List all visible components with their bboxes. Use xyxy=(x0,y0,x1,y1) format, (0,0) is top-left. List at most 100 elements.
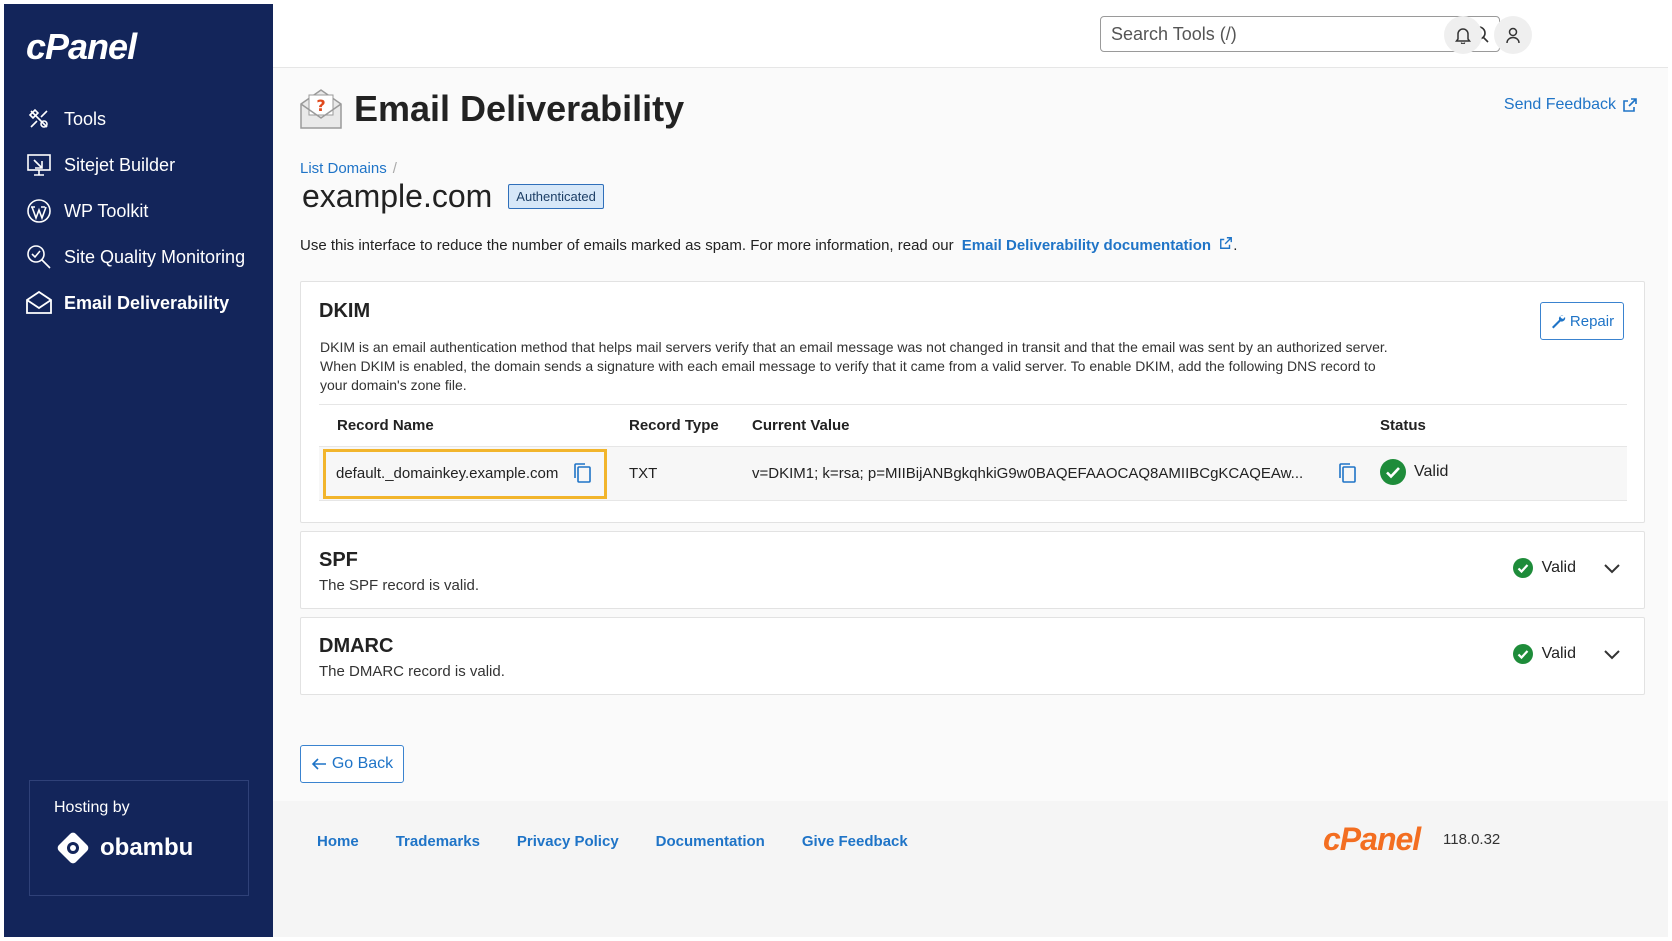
magnifier-icon xyxy=(24,242,54,272)
version-number: 118.0.32 xyxy=(1443,831,1501,848)
chevron-down-icon[interactable] xyxy=(1600,642,1624,666)
documentation-link[interactable]: Email Deliverability documentation xyxy=(962,237,1233,254)
dkim-records-table: Record Name Record Type Current Value St… xyxy=(319,404,1627,501)
sidebar-item-sitejet[interactable]: Sitejet Builder xyxy=(4,142,273,188)
top-header: Search Tools (/) xyxy=(273,4,1668,68)
record-name-value: default._domainkey.example.com xyxy=(336,465,559,482)
intro-text: Use this interface to reduce the number … xyxy=(300,236,1237,254)
repair-label: Repair xyxy=(1569,312,1615,330)
external-link-icon xyxy=(1623,98,1637,112)
bell-icon xyxy=(1455,28,1471,44)
intro-body: Use this interface to reduce the number … xyxy=(300,237,954,254)
spf-description: The SPF record is valid. xyxy=(319,577,480,594)
status-label: Valid xyxy=(1414,462,1449,480)
status-badge: Authenticated xyxy=(508,184,604,209)
repair-button[interactable]: Repair xyxy=(1540,302,1624,340)
column-header-current-value: Current Value xyxy=(734,404,1362,447)
tools-icon xyxy=(24,104,54,134)
dmarc-status-label: Valid xyxy=(1541,645,1576,662)
send-feedback-label: Send Feedback xyxy=(1503,96,1616,113)
svg-text:?: ? xyxy=(316,96,325,115)
table-row: default._domainkey.example.com TXT v=DKI… xyxy=(319,446,1627,501)
sidebar-item-label: Email Deliverability xyxy=(64,292,230,313)
footer-link-give-feedback[interactable]: Give Feedback xyxy=(802,833,908,850)
record-type-cell: TXT xyxy=(611,446,734,501)
column-header-status: Status xyxy=(1362,404,1627,447)
breadcrumb-list-domains[interactable]: List Domains xyxy=(300,160,387,177)
arrow-left-icon xyxy=(311,758,326,770)
check-circle-icon xyxy=(1512,558,1533,578)
check-circle-icon xyxy=(1380,458,1406,485)
wrench-icon xyxy=(1551,315,1566,329)
sidebar-item-wp-toolkit[interactable]: WP Toolkit xyxy=(4,188,273,234)
sidebar-item-label: Sitejet Builder xyxy=(64,154,176,175)
search-placeholder: Search Tools (/) xyxy=(1111,23,1237,44)
sidebar-item-site-quality[interactable]: Site Quality Monitoring xyxy=(4,234,273,280)
column-header-record-name: Record Name xyxy=(319,404,611,447)
table-header-row: Record Name Record Type Current Value St… xyxy=(319,404,1627,447)
search-input[interactable]: Search Tools (/) xyxy=(1100,16,1500,52)
hosting-brand[interactable]: obambu xyxy=(54,829,224,867)
domain-row: example.com Authenticated xyxy=(302,178,604,215)
footer-cpanel-logo: cPanel xyxy=(1323,821,1421,857)
external-link-icon xyxy=(1220,237,1233,249)
main-content: ? Email Deliverability Send Feedback Lis… xyxy=(273,68,1668,937)
sidebar-item-label: Site Quality Monitoring xyxy=(64,246,246,267)
hosting-brand-name: obambu xyxy=(100,834,194,861)
spf-status: Valid xyxy=(1512,558,1576,578)
notifications-button[interactable] xyxy=(1444,16,1482,54)
footer-link-documentation[interactable]: Documentation xyxy=(656,833,765,850)
current-value: v=DKIM1; k=rsa; p=MIIBijANBgkqhkiG9w0BAQ… xyxy=(752,464,1304,482)
hosting-panel: Hosting by obambu xyxy=(29,780,249,896)
footer-link-privacy-policy[interactable]: Privacy Policy xyxy=(517,833,619,850)
copy-icon[interactable] xyxy=(572,462,594,486)
copy-icon[interactable] xyxy=(1337,462,1359,486)
column-header-record-type: Record Type xyxy=(611,404,734,447)
dmarc-description: The DMARC record is valid. xyxy=(319,663,505,680)
footer: Home Trademarks Privacy Policy Documenta… xyxy=(273,801,1668,937)
sitejet-icon xyxy=(24,150,54,180)
email-deliverability-icon: ? xyxy=(300,89,342,129)
domain-name: example.com xyxy=(302,178,493,214)
sidebar-item-label: WP Toolkit xyxy=(64,200,149,221)
page-header: ? Email Deliverability xyxy=(298,86,684,132)
current-value-cell: v=DKIM1; k=rsa; p=MIIBijANBgkqhkiG9w0BAQ… xyxy=(734,446,1362,501)
user-menu-button[interactable] xyxy=(1494,16,1532,54)
footer-link-trademarks[interactable]: Trademarks xyxy=(396,833,480,850)
dkim-card: DKIM Repair DKIM is an email authenticat… xyxy=(300,281,1645,523)
envelope-icon xyxy=(24,288,54,318)
sidebar-nav: Tools Sitejet Builder WP Toolkit Site Qu… xyxy=(4,96,273,326)
spf-status-label: Valid xyxy=(1541,559,1576,576)
status-cell: Valid xyxy=(1362,446,1627,501)
dmarc-card[interactable]: DMARC The DMARC record is valid. Valid xyxy=(300,617,1645,695)
sidebar-item-tools[interactable]: Tools xyxy=(4,96,273,142)
dkim-description: DKIM is an email authentication method t… xyxy=(320,339,1388,393)
footer-link-home[interactable]: Home xyxy=(317,833,359,850)
breadcrumb-separator: / xyxy=(392,160,397,177)
user-icon xyxy=(1506,27,1520,44)
wordpress-icon xyxy=(24,196,54,226)
record-name-cell: default._domainkey.example.com xyxy=(319,446,611,501)
sidebar: cPanel Tools Sitejet Builder WP Toolkit … xyxy=(4,4,273,937)
hosting-label: Hosting by xyxy=(54,799,130,816)
dkim-title: DKIM xyxy=(319,300,371,322)
chevron-down-icon[interactable] xyxy=(1600,556,1624,580)
obambu-logo-icon xyxy=(57,832,89,864)
documentation-link-label: Email Deliverability documentation xyxy=(961,237,1212,254)
dmarc-title: DMARC xyxy=(319,635,394,657)
status-valid: Valid xyxy=(1380,458,1449,485)
record-name-highlight: default._domainkey.example.com xyxy=(323,448,608,499)
cpanel-logo[interactable]: cPanel xyxy=(26,26,137,68)
check-circle-icon xyxy=(1512,644,1533,664)
spf-card[interactable]: SPF The SPF record is valid. Valid xyxy=(300,531,1645,609)
send-feedback-link[interactable]: Send Feedback xyxy=(1504,96,1638,114)
intro-end: . xyxy=(1233,237,1238,254)
sidebar-item-email-deliverability[interactable]: Email Deliverability xyxy=(4,280,273,326)
spf-title: SPF xyxy=(319,549,358,571)
footer-links: Home Trademarks Privacy Policy Documenta… xyxy=(317,833,908,850)
dmarc-status: Valid xyxy=(1512,644,1576,664)
breadcrumb: List Domains / xyxy=(300,160,397,177)
page-title: Email Deliverability xyxy=(354,88,685,129)
go-back-button[interactable]: Go Back xyxy=(300,745,404,783)
sidebar-item-label: Tools xyxy=(64,108,107,129)
